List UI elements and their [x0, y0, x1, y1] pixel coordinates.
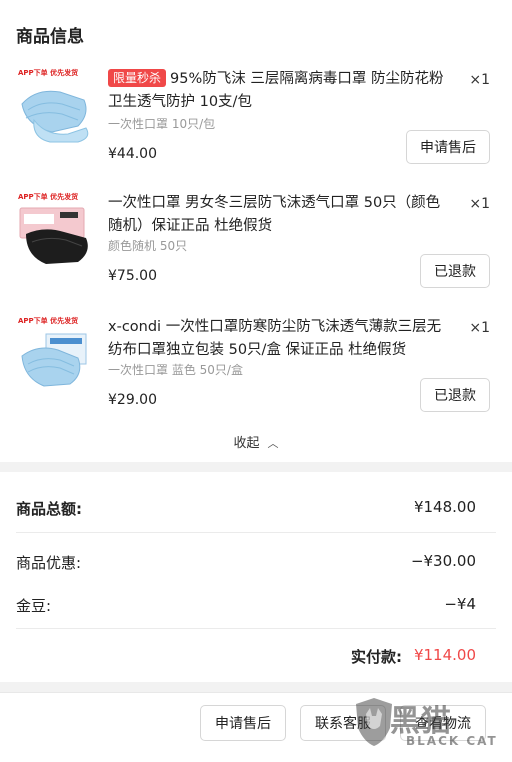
boxed-mask-image: [21, 333, 87, 387]
jingdou-label: 金豆:: [16, 597, 52, 615]
chevron-up-icon: ︿: [267, 437, 279, 450]
thumbnail-tag: APP下单 优先发货: [18, 69, 79, 77]
product-quantity: ×1: [469, 196, 490, 212]
discount-label: 商品优惠:: [16, 554, 82, 572]
discount-value: −¥30.00: [410, 552, 476, 570]
product-item[interactable]: APP下单 优先发货 x-condi 一次性口罩防寒防尘防飞沫透气薄款三层无纺布…: [0, 316, 512, 438]
product-title[interactable]: 一次性口罩 男女冬三层防飞沫透气口罩 50只（颜色随机）保证正品 杜绝假货: [108, 192, 448, 238]
product-spec: 颜色随机 50只: [108, 239, 188, 253]
product-quantity: ×1: [469, 72, 490, 88]
collapse-toggle[interactable]: 收起 ︿: [0, 432, 512, 451]
refunded-button[interactable]: 已退款: [420, 378, 490, 412]
divider: [16, 628, 496, 629]
product-price: ¥44.00: [108, 146, 157, 162]
product-thumbnail[interactable]: APP下单 优先发货: [16, 316, 96, 396]
blue-mask-image: [21, 90, 89, 143]
paid-label: 实付款:: [351, 648, 402, 666]
product-quantity: ×1: [469, 320, 490, 336]
collapse-label: 收起: [233, 436, 260, 451]
product-info-card: 商品信息 APP下单 优先发货 限量秒杀 95%防飞沫 三层隔离病毒口罩 防尘防花…: [0, 0, 512, 462]
product-item[interactable]: APP下单 优先发货 限量秒杀 95%防飞沫 三层隔离病毒口罩 防尘防花粉卫生透气…: [0, 68, 512, 190]
section-title: 商品信息: [16, 27, 84, 47]
product-spec: 一次性口罩 10只/包: [108, 117, 216, 131]
black-cat-logo-icon: [356, 698, 392, 746]
product-price: ¥75.00: [108, 268, 157, 284]
product-thumbnail[interactable]: APP下单 优先发货: [16, 68, 96, 148]
goods-total-value: ¥148.00: [413, 498, 476, 516]
product-thumbnail[interactable]: APP下单 优先发货: [16, 192, 96, 272]
black-mask-image: [19, 207, 88, 264]
watermark-subtext: BLACK CAT: [406, 734, 498, 748]
product-title[interactable]: 限量秒杀 95%防飞沫 三层隔离病毒口罩 防尘防花粉卫生透气防护 10支/包: [108, 68, 448, 114]
black-cat-watermark: 黑猫 BLACK CAT: [354, 694, 504, 758]
thumbnail-tag: APP下单 优先发货: [18, 317, 79, 325]
refunded-button[interactable]: 已退款: [420, 254, 490, 288]
thumbnail-tag: APP下单 优先发货: [18, 193, 79, 201]
apply-after-sale-button[interactable]: 申请售后: [406, 130, 490, 164]
goods-total-label: 商品总额:: [16, 500, 82, 518]
paid-value: ¥114.00: [413, 646, 476, 664]
apply-after-sale-button[interactable]: 申请售后: [200, 705, 286, 741]
flash-sale-badge: 限量秒杀: [108, 69, 167, 87]
product-price: ¥29.00: [108, 392, 157, 408]
jingdou-value: −¥4: [444, 595, 476, 613]
product-item[interactable]: APP下单 优先发货 一次性口罩 男女冬三层防飞沫透气口罩 50只（颜色随机）保…: [0, 192, 512, 314]
product-spec: 一次性口罩 蓝色 50只/盒: [108, 363, 243, 377]
product-title[interactable]: x-condi 一次性口罩防寒防尘防飞沫透气薄款三层无纺布口罩独立包装 50只/…: [108, 316, 448, 362]
order-summary-card: 商品总额: ¥148.00 商品优惠: −¥30.00 金豆: −¥4 实付款:…: [0, 472, 512, 682]
divider: [16, 532, 496, 533]
